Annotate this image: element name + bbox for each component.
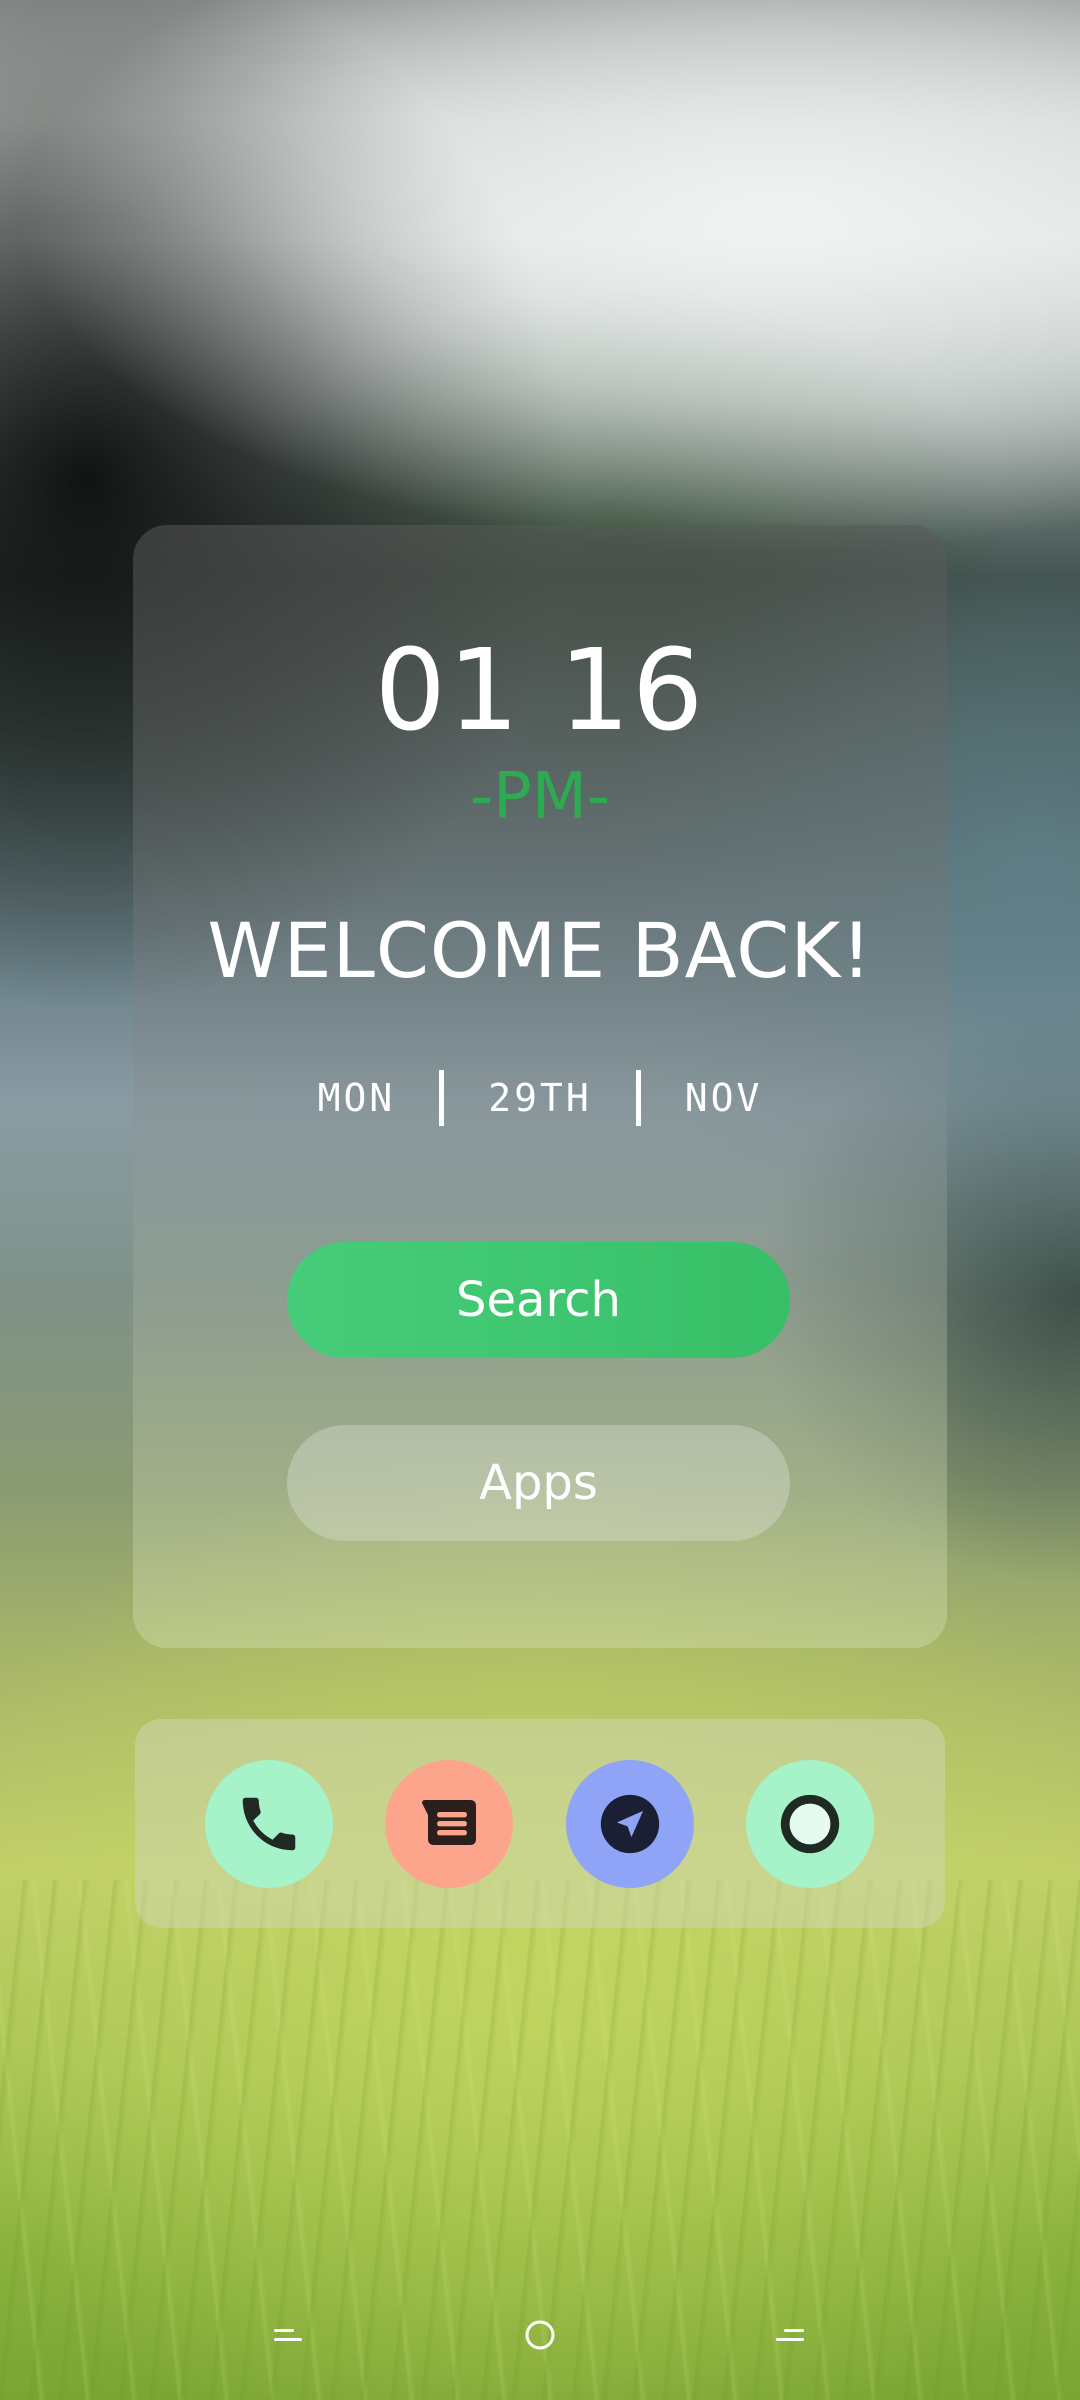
messages-icon (422, 1800, 476, 1845)
date-row: MON 29TH NOV (133, 1070, 947, 1126)
date-separator (635, 1070, 641, 1126)
clock-ampm: -PM- (470, 760, 610, 834)
welcome-heading: WELCOME BACK! (207, 906, 873, 995)
apps-button[interactable]: Apps (287, 1425, 790, 1541)
camera-icon (780, 1794, 840, 1854)
nav-back-button[interactable] (260, 2312, 316, 2358)
dock-send-button[interactable] (566, 1760, 694, 1888)
home-icon (525, 2320, 555, 2350)
date-day: MON (317, 1076, 396, 1120)
home-widget-panel: 01 16 -PM- WELCOME BACK! MON 29TH NOV Se… (133, 525, 947, 1648)
app-dock (135, 1719, 945, 1928)
date-date: 29TH (488, 1076, 592, 1120)
dock-messages-button[interactable] (385, 1760, 513, 1888)
date-month: NOV (684, 1076, 763, 1120)
search-button-label: Search (456, 1272, 621, 1328)
phone-icon (242, 1797, 296, 1851)
nav-home-button[interactable] (512, 2312, 568, 2358)
dock-phone-button[interactable] (205, 1760, 333, 1888)
recents-icon (776, 2329, 804, 2341)
send-icon (600, 1794, 660, 1854)
back-icon (274, 2329, 302, 2341)
search-button[interactable]: Search (287, 1242, 790, 1358)
date-separator (439, 1070, 445, 1126)
dock-camera-button[interactable] (746, 1760, 874, 1888)
navigation-bar (0, 2300, 1080, 2370)
apps-button-label: Apps (479, 1455, 598, 1511)
clock-time: 01 16 (374, 626, 706, 756)
nav-recents-button[interactable] (762, 2312, 818, 2358)
